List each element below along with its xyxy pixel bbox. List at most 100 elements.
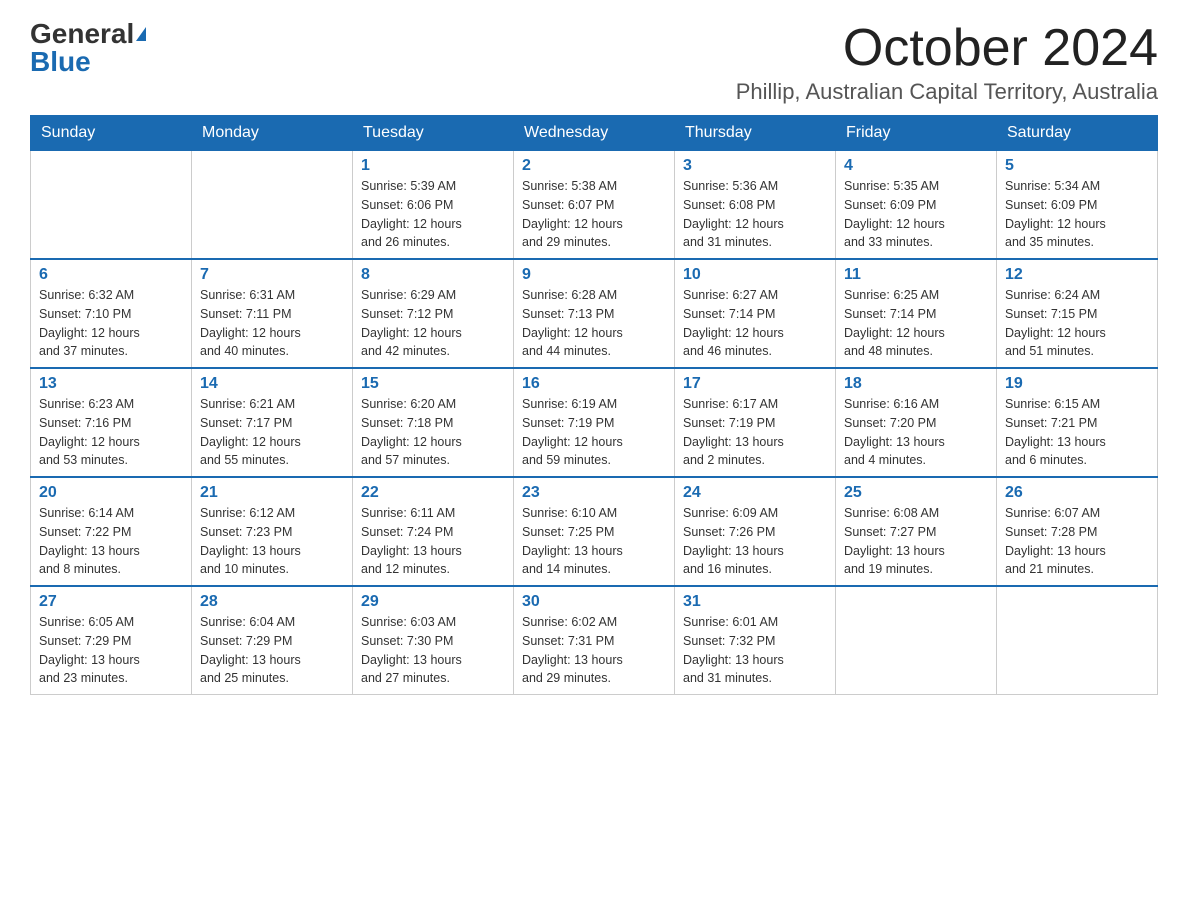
day-number: 17 [683,375,827,393]
day-info: Sunrise: 6:12 AMSunset: 7:23 PMDaylight:… [200,504,344,579]
day-number: 15 [361,375,505,393]
calendar-cell: 29 Sunrise: 6:03 AMSunset: 7:30 PMDayligh… [353,586,514,695]
header-cell-tuesday: Tuesday [353,116,514,151]
calendar-cell: 22Sunrise: 6:11 AMSunset: 7:24 PMDayligh… [353,477,514,586]
calendar-cell: 23Sunrise: 6:10 AMSunset: 7:25 PMDayligh… [514,477,675,586]
calendar-cell: 12 Sunrise: 6:24 AMSunset: 7:15 PMDayligh… [997,259,1158,368]
day-info: Sunrise: 5:38 AMSunset: 6:07 PMDaylight:… [522,177,666,252]
day-info: Sunrise: 6:32 AMSunset: 7:10 PMDaylight:… [39,286,183,361]
calendar-cell: 31Sunrise: 6:01 AMSunset: 7:32 PMDayligh… [675,586,836,695]
day-number: 14 [200,375,344,393]
header-cell-wednesday: Wednesday [514,116,675,151]
day-number: 11 [844,266,988,284]
calendar-cell: 5 Sunrise: 5:34 AMSunset: 6:09 PMDaylight… [997,151,1158,260]
logo-blue: Blue [30,48,91,76]
day-number: 3 [683,157,827,175]
calendar-cell: 8 Sunrise: 6:29 AMSunset: 7:12 PMDaylight… [353,259,514,368]
header-cell-saturday: Saturday [997,116,1158,151]
week-row-5: 27 Sunrise: 6:05 AMSunset: 7:29 PMDayligh… [31,586,1158,695]
day-info: Sunrise: 6:20 AMSunset: 7:18 PMDaylight:… [361,395,505,470]
calendar-cell: 25Sunrise: 6:08 AMSunset: 7:27 PMDayligh… [836,477,997,586]
calendar-cell: 24 Sunrise: 6:09 AMSunset: 7:26 PMDayligh… [675,477,836,586]
logo-general: General [30,20,134,48]
day-number: 18 [844,375,988,393]
day-info: Sunrise: 6:24 AMSunset: 7:15 PMDaylight:… [1005,286,1149,361]
day-info: Sunrise: 6:15 AMSunset: 7:21 PMDaylight:… [1005,395,1149,470]
logo: General Blue [30,20,146,76]
header-cell-thursday: Thursday [675,116,836,151]
day-number: 9 [522,266,666,284]
logo-triangle-icon [136,27,146,41]
day-info: Sunrise: 6:14 AMSunset: 7:22 PMDaylight:… [39,504,183,579]
calendar-body: 1 Sunrise: 5:39 AMSunset: 6:06 PMDaylight… [31,151,1158,695]
header-cell-monday: Monday [192,116,353,151]
day-info: Sunrise: 6:03 AMSunset: 7:30 PMDaylight:… [361,613,505,688]
day-info: Sunrise: 6:21 AMSunset: 7:17 PMDaylight:… [200,395,344,470]
calendar-cell: 7Sunrise: 6:31 AMSunset: 7:11 PMDaylight… [192,259,353,368]
day-info: Sunrise: 6:08 AMSunset: 7:27 PMDaylight:… [844,504,988,579]
calendar-cell [31,151,192,260]
calendar-cell: 27 Sunrise: 6:05 AMSunset: 7:29 PMDayligh… [31,586,192,695]
day-number: 13 [39,375,183,393]
day-number: 5 [1005,157,1149,175]
header: General Blue October 2024 Phillip, Austr… [30,20,1158,105]
day-info: Sunrise: 5:39 AMSunset: 6:06 PMDaylight:… [361,177,505,252]
day-info: Sunrise: 6:05 AMSunset: 7:29 PMDaylight:… [39,613,183,688]
week-row-2: 6Sunrise: 6:32 AMSunset: 7:10 PMDaylight… [31,259,1158,368]
day-number: 4 [844,157,988,175]
title-area: October 2024 Phillip, Australian Capital… [736,20,1158,105]
day-number: 10 [683,266,827,284]
day-number: 8 [361,266,505,284]
calendar-header: SundayMondayTuesdayWednesdayThursdayFrid… [31,116,1158,151]
day-info: Sunrise: 6:23 AMSunset: 7:16 PMDaylight:… [39,395,183,470]
day-number: 21 [200,484,344,502]
day-info: Sunrise: 6:17 AMSunset: 7:19 PMDaylight:… [683,395,827,470]
calendar-cell: 9 Sunrise: 6:28 AMSunset: 7:13 PMDaylight… [514,259,675,368]
day-info: Sunrise: 5:34 AMSunset: 6:09 PMDaylight:… [1005,177,1149,252]
day-number: 28 [200,593,344,611]
day-info: Sunrise: 6:09 AMSunset: 7:26 PMDaylight:… [683,504,827,579]
calendar-cell: 14 Sunrise: 6:21 AMSunset: 7:17 PMDayligh… [192,368,353,477]
day-number: 31 [683,593,827,611]
day-info: Sunrise: 6:31 AMSunset: 7:11 PMDaylight:… [200,286,344,361]
day-number: 19 [1005,375,1149,393]
day-number: 26 [1005,484,1149,502]
calendar-cell: 4 Sunrise: 5:35 AMSunset: 6:09 PMDaylight… [836,151,997,260]
day-number: 1 [361,157,505,175]
week-row-3: 13 Sunrise: 6:23 AMSunset: 7:16 PMDayligh… [31,368,1158,477]
header-cell-sunday: Sunday [31,116,192,151]
calendar-cell: 15 Sunrise: 6:20 AMSunset: 7:18 PMDayligh… [353,368,514,477]
header-row: SundayMondayTuesdayWednesdayThursdayFrid… [31,116,1158,151]
location-subtitle: Phillip, Australian Capital Territory, A… [736,79,1158,105]
day-number: 22 [361,484,505,502]
day-info: Sunrise: 6:19 AMSunset: 7:19 PMDaylight:… [522,395,666,470]
day-number: 29 [361,593,505,611]
calendar-cell [836,586,997,695]
day-number: 27 [39,593,183,611]
day-info: Sunrise: 5:35 AMSunset: 6:09 PMDaylight:… [844,177,988,252]
calendar-cell: 30Sunrise: 6:02 AMSunset: 7:31 PMDayligh… [514,586,675,695]
calendar-cell: 20Sunrise: 6:14 AMSunset: 7:22 PMDayligh… [31,477,192,586]
day-number: 24 [683,484,827,502]
day-number: 2 [522,157,666,175]
day-info: Sunrise: 6:16 AMSunset: 7:20 PMDaylight:… [844,395,988,470]
calendar-cell: 17 Sunrise: 6:17 AMSunset: 7:19 PMDayligh… [675,368,836,477]
calendar-cell [997,586,1158,695]
day-info: Sunrise: 6:02 AMSunset: 7:31 PMDaylight:… [522,613,666,688]
day-info: Sunrise: 6:25 AMSunset: 7:14 PMDaylight:… [844,286,988,361]
day-number: 12 [1005,266,1149,284]
month-year-title: October 2024 [736,20,1158,77]
calendar-cell: 28 Sunrise: 6:04 AMSunset: 7:29 PMDayligh… [192,586,353,695]
calendar-cell: 10Sunrise: 6:27 AMSunset: 7:14 PMDayligh… [675,259,836,368]
day-number: 16 [522,375,666,393]
day-info: Sunrise: 6:29 AMSunset: 7:12 PMDaylight:… [361,286,505,361]
day-info: Sunrise: 5:36 AMSunset: 6:08 PMDaylight:… [683,177,827,252]
calendar-cell: 2 Sunrise: 5:38 AMSunset: 6:07 PMDaylight… [514,151,675,260]
header-cell-friday: Friday [836,116,997,151]
calendar-cell: 11 Sunrise: 6:25 AMSunset: 7:14 PMDayligh… [836,259,997,368]
day-info: Sunrise: 6:04 AMSunset: 7:29 PMDaylight:… [200,613,344,688]
calendar-cell: 19 Sunrise: 6:15 AMSunset: 7:21 PMDayligh… [997,368,1158,477]
day-number: 23 [522,484,666,502]
day-info: Sunrise: 6:28 AMSunset: 7:13 PMDaylight:… [522,286,666,361]
day-info: Sunrise: 6:07 AMSunset: 7:28 PMDaylight:… [1005,504,1149,579]
